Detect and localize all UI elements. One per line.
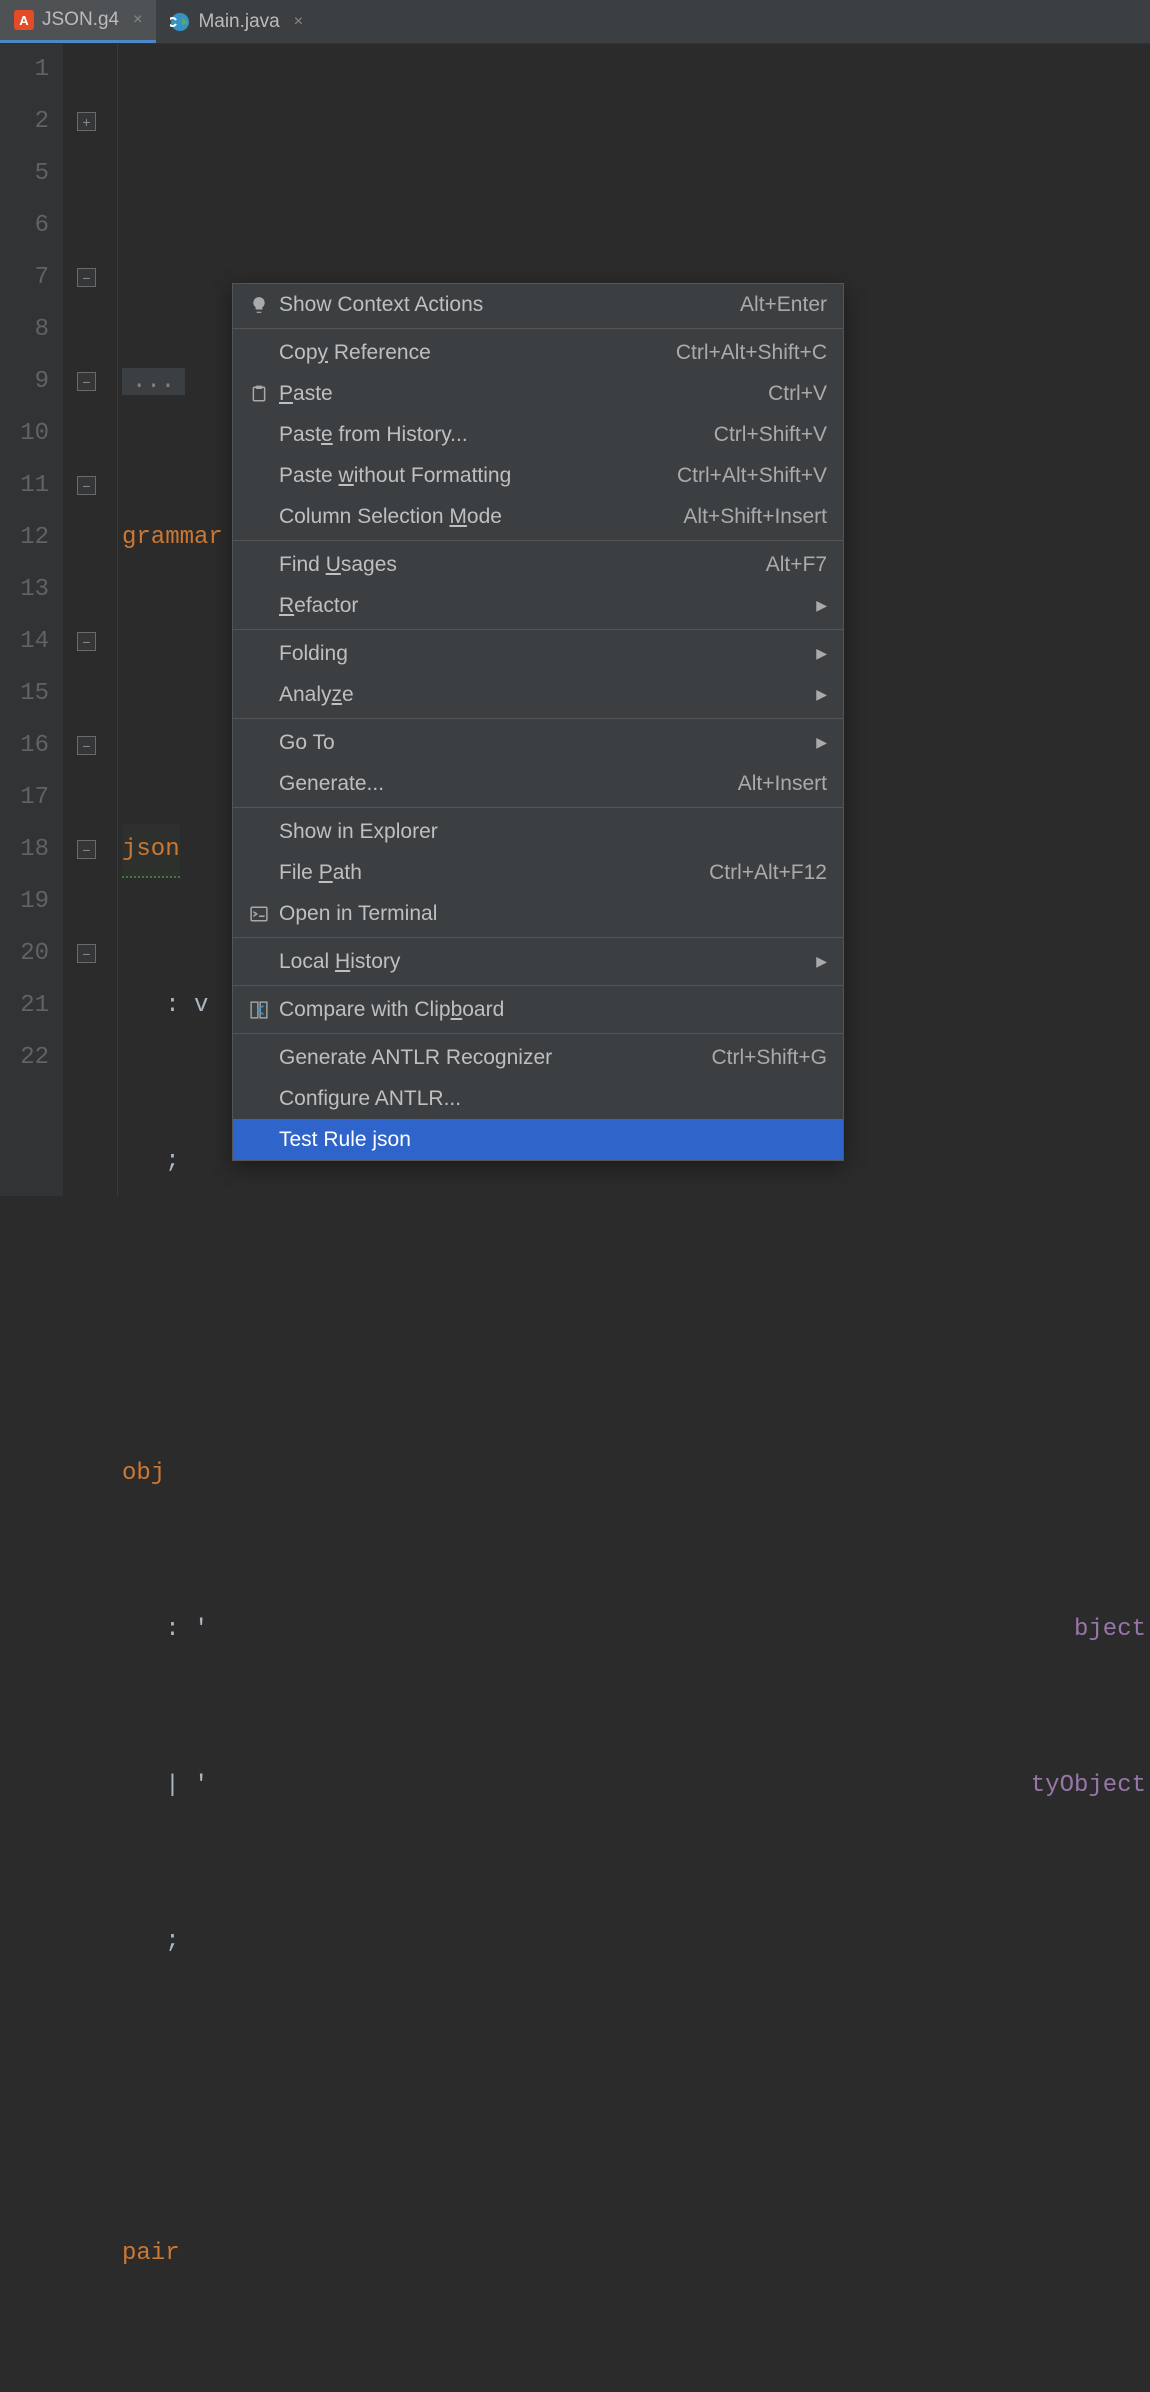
- code-line: [122, 200, 1150, 252]
- menu-item-open-in-terminal[interactable]: Open in Terminal: [233, 893, 843, 934]
- menu-item-label: Paste without Formatting: [279, 464, 675, 488]
- close-icon[interactable]: ×: [133, 11, 142, 29]
- menu-item-label: Paste: [279, 382, 766, 406]
- menu-item-test-rule-json[interactable]: Test Rule json: [233, 1119, 843, 1160]
- menu-item-label: Analyze: [279, 683, 814, 707]
- menu-shortcut: Alt+Insert: [738, 772, 827, 796]
- fold-gutter: + − − − − − − −: [64, 44, 118, 1196]
- code-line: pair: [122, 2228, 1150, 2280]
- menu-item-label: Refactor: [279, 594, 814, 618]
- menu-item-generate-antlr-recognizer[interactable]: Generate ANTLR RecognizerCtrl+Shift+G: [233, 1037, 843, 1078]
- menu-separator: [233, 718, 843, 719]
- menu-shortcut: Ctrl+Shift+G: [711, 1046, 827, 1070]
- code-line: [122, 1292, 1150, 1344]
- menu-item-configure-antlr[interactable]: Configure ANTLR...: [233, 1078, 843, 1119]
- fold-collapse-icon[interactable]: −: [77, 840, 96, 859]
- menu-separator: [233, 328, 843, 329]
- menu-separator: [233, 985, 843, 986]
- menu-shortcut: Ctrl+Alt+Shift+C: [676, 341, 827, 365]
- menu-item-label: Go To: [279, 731, 814, 755]
- java-run-icon: [170, 12, 190, 32]
- code-line: : 'bject: [122, 1604, 1150, 1656]
- chevron-right-icon: ▶: [816, 597, 827, 614]
- menu-separator: [233, 629, 843, 630]
- context-menu[interactable]: Show Context ActionsAlt+Enter Copy Refere…: [232, 283, 844, 1161]
- menu-item-paste[interactable]: PasteCtrl+V: [233, 373, 843, 414]
- code-line: obj: [122, 1448, 1150, 1500]
- fold-collapse-icon[interactable]: −: [77, 476, 96, 495]
- menu-item-copy-reference[interactable]: Copy ReferenceCtrl+Alt+Shift+C: [233, 332, 843, 373]
- menu-item-refactor[interactable]: Refactor▶: [233, 585, 843, 626]
- paste-icon: [241, 385, 277, 403]
- tab-json-g4[interactable]: A JSON.g4 ×: [0, 0, 156, 43]
- fold-expand-icon[interactable]: +: [77, 112, 96, 131]
- fold-collapse-icon[interactable]: −: [77, 944, 96, 963]
- fold-collapse-icon[interactable]: −: [77, 372, 96, 391]
- menu-item-label: Open in Terminal: [279, 902, 827, 926]
- menu-item-label: Copy Reference: [279, 341, 674, 365]
- fold-collapse-icon[interactable]: −: [77, 736, 96, 755]
- menu-separator: [233, 807, 843, 808]
- menu-item-analyze[interactable]: Analyze▶: [233, 674, 843, 715]
- menu-item-compare-with-clipboard[interactable]: Compare with Clipboard: [233, 989, 843, 1030]
- menu-item-paste-from-history[interactable]: Paste from History...Ctrl+Shift+V: [233, 414, 843, 455]
- menu-shortcut: Alt+Shift+Insert: [683, 505, 827, 529]
- menu-item-go-to[interactable]: Go To▶: [233, 722, 843, 763]
- chevron-right-icon: ▶: [816, 645, 827, 662]
- code-line: | 'tyObject: [122, 1760, 1150, 1812]
- fold-collapse-icon[interactable]: −: [77, 632, 96, 651]
- code-line: [122, 2072, 1150, 2124]
- code-line: ;: [122, 1916, 1150, 1968]
- menu-item-show-in-explorer[interactable]: Show in Explorer: [233, 811, 843, 852]
- menu-item-show-context-actions[interactable]: Show Context ActionsAlt+Enter: [233, 284, 843, 325]
- bulb-icon: [241, 296, 277, 314]
- fold-collapse-icon[interactable]: −: [77, 268, 96, 287]
- menu-shortcut: Alt+F7: [766, 553, 827, 577]
- menu-item-label: File Path: [279, 861, 707, 885]
- menu-item-label: Configure ANTLR...: [279, 1087, 827, 1111]
- diff-icon: [241, 1001, 277, 1019]
- menu-separator: [233, 1033, 843, 1034]
- menu-item-label: Compare with Clipboard: [279, 998, 827, 1022]
- chevron-right-icon: ▶: [816, 953, 827, 970]
- menu-item-column-selection-mode[interactable]: Column Selection ModeAlt+Shift+Insert: [233, 496, 843, 537]
- menu-item-label: Folding: [279, 642, 814, 666]
- menu-item-label: Generate ANTLR Recognizer: [279, 1046, 709, 1070]
- menu-item-label: Generate...: [279, 772, 736, 796]
- line-number-gutter: 1 2 5 6 7 8 9 10 11 12 13 14 15 16 17 18…: [0, 44, 64, 1196]
- terminal-icon: [241, 905, 277, 923]
- menu-shortcut: Ctrl+Shift+V: [714, 423, 827, 447]
- menu-separator: [233, 937, 843, 938]
- menu-shortcut: Ctrl+Alt+Shift+V: [677, 464, 827, 488]
- chevron-right-icon: ▶: [816, 686, 827, 703]
- menu-item-local-history[interactable]: Local History▶: [233, 941, 843, 982]
- menu-item-folding[interactable]: Folding▶: [233, 633, 843, 674]
- menu-shortcut: Alt+Enter: [740, 293, 827, 317]
- tab-main-java[interactable]: Main.java ×: [156, 0, 317, 43]
- menu-item-label: Find Usages: [279, 553, 764, 577]
- menu-item-label: Show in Explorer: [279, 820, 827, 844]
- menu-item-label: Paste from History...: [279, 423, 712, 447]
- menu-item-generate[interactable]: Generate...Alt+Insert: [233, 763, 843, 804]
- chevron-right-icon: ▶: [816, 734, 827, 751]
- menu-item-label: Column Selection Mode: [279, 505, 681, 529]
- menu-shortcut: Ctrl+V: [768, 382, 827, 406]
- menu-item-paste-without-formatting[interactable]: Paste without FormattingCtrl+Alt+Shift+V: [233, 455, 843, 496]
- menu-item-label: Show Context Actions: [279, 293, 738, 317]
- menu-shortcut: Ctrl+Alt+F12: [709, 861, 827, 885]
- code-line: : S: [122, 2384, 1150, 2392]
- menu-item-label: Local History: [279, 950, 814, 974]
- tab-label: Main.java: [198, 11, 279, 33]
- tab-label: JSON.g4: [42, 9, 119, 31]
- close-icon[interactable]: ×: [294, 13, 303, 31]
- menu-separator: [233, 540, 843, 541]
- menu-item-find-usages[interactable]: Find UsagesAlt+F7: [233, 544, 843, 585]
- antlr-icon: A: [14, 10, 34, 30]
- menu-item-file-path[interactable]: File PathCtrl+Alt+F12: [233, 852, 843, 893]
- tab-bar: A JSON.g4 × Main.java ×: [0, 0, 1150, 44]
- menu-item-label: Test Rule json: [279, 1128, 827, 1152]
